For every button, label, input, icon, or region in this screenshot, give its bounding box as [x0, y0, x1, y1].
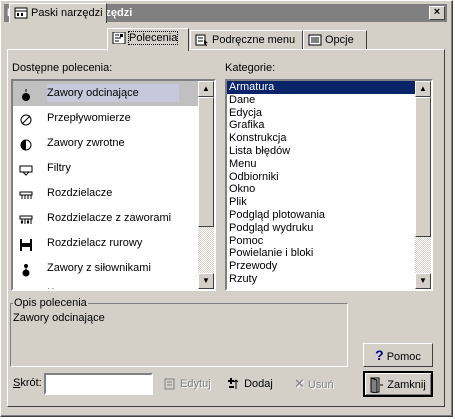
help-button[interactable]: ? Pomoc: [363, 343, 433, 367]
shutoff-valve-icon: [19, 87, 33, 101]
close-icon[interactable]: ×: [429, 6, 445, 20]
category-item[interactable]: Rzuty: [227, 273, 415, 286]
tab-label: Opcje: [325, 34, 354, 46]
category-item[interactable]: Lista błędów: [227, 145, 415, 158]
command-label: Filtry: [47, 162, 71, 174]
category-item[interactable]: Armatura: [227, 81, 415, 94]
scroll-thumb[interactable]: [198, 97, 214, 227]
commands-icon: [112, 32, 126, 45]
scroll-thumb[interactable]: [415, 97, 431, 237]
commands-list[interactable]: Zawory odcinające Przepływomierze Zawory z…: [11, 79, 216, 291]
categories-scrollbar[interactable]: ▲ ▼: [415, 81, 431, 289]
filter-icon: [19, 162, 33, 176]
tab-toolbars[interactable]: Paski narzędzi: [9, 3, 107, 23]
add-icon: [228, 378, 239, 390]
category-item[interactable]: Dane: [227, 94, 415, 107]
command-label: Zawory zwrotne: [47, 137, 125, 149]
tab-label: Polecenia: [127, 31, 179, 45]
scroll-up-icon[interactable]: ▲: [198, 81, 214, 97]
remove-icon: ✕: [294, 376, 305, 391]
shortcut-label: Skrót:: [13, 377, 42, 389]
scroll-up-icon[interactable]: ▲: [415, 81, 431, 97]
command-item[interactable]: Zawory zwrotne: [13, 131, 198, 156]
manifold-valves-icon: [19, 212, 33, 226]
context-menu-icon: [195, 34, 208, 47]
check-valve-icon: [19, 137, 33, 151]
help-icon: ?: [375, 347, 384, 363]
categories-list[interactable]: Armatura Dane Edycja Grafika Konstrukcja List…: [225, 79, 433, 291]
category-item[interactable]: Okno: [227, 183, 415, 196]
actuator-valve-icon: [19, 262, 33, 277]
command-label: Przepływomierze: [47, 112, 131, 124]
categories-label: Kategorie:: [225, 62, 276, 74]
tab-context-menu[interactable]: Podręczne menu: [190, 30, 303, 50]
category-item[interactable]: Pomoc: [227, 235, 415, 248]
command-label: Zawory odcinające: [47, 84, 179, 102]
category-item[interactable]: Podgląd plotowania: [227, 209, 415, 222]
command-item[interactable]: Zawory z siłownikami: [13, 256, 198, 281]
edit-button[interactable]: Edytuj: [163, 373, 211, 395]
tab-options[interactable]: Opcje: [303, 30, 367, 50]
tab-commands[interactable]: Polecenia: [107, 28, 189, 51]
close-button[interactable]: Zamknij: [363, 371, 433, 397]
shortcut-input[interactable]: [44, 373, 153, 395]
flowmeter-icon: [19, 112, 33, 126]
command-item[interactable]: K Kryza: [13, 281, 198, 289]
command-label: Rozdzielacze z zaworami: [47, 212, 172, 224]
add-button[interactable]: Dodaj: [227, 373, 273, 395]
command-label: Rozdzielacz rurowy: [47, 237, 143, 249]
manifold-icon: [19, 187, 33, 201]
category-item[interactable]: Grafika: [227, 119, 415, 132]
command-item[interactable]: Filtry: [13, 156, 198, 181]
commands-label: Dostępne polecenia:: [12, 62, 113, 74]
scroll-down-icon[interactable]: ▼: [415, 273, 431, 289]
scroll-down-icon[interactable]: ▼: [198, 273, 214, 289]
edit-icon: [164, 378, 175, 390]
category-item[interactable]: Powielanie i bloki: [227, 247, 415, 260]
category-item[interactable]: Edycja: [227, 107, 415, 120]
category-item[interactable]: Przewody: [227, 260, 415, 273]
category-item[interactable]: Plik: [227, 196, 415, 209]
door-icon: [370, 377, 384, 394]
command-item[interactable]: Przepływomierze: [13, 106, 198, 131]
orifice-icon: K: [19, 287, 33, 289]
command-label: Rozdzielacze: [47, 187, 113, 199]
command-label: Zawory z siłownikami: [47, 262, 151, 274]
command-label: Kryza: [47, 287, 75, 289]
tab-label: Paski narzędzi: [31, 7, 103, 19]
command-item[interactable]: Rozdzielacze z zaworami: [13, 206, 198, 231]
customize-toolbars-dialog: Dostosuj paski narzędzi × Paski narzędzi…: [0, 0, 453, 417]
options-icon: [308, 34, 322, 46]
category-item[interactable]: Menu: [227, 158, 415, 171]
description-text: Zawory odcinające: [13, 312, 105, 324]
category-item[interactable]: Podgląd wydruku: [227, 222, 415, 235]
command-item[interactable]: Rozdzielacz rurowy: [13, 231, 198, 256]
category-item[interactable]: Odbiorniki: [227, 171, 415, 184]
toolbars-icon: [14, 7, 28, 19]
command-item[interactable]: Zawory odcinające: [13, 81, 198, 106]
command-item[interactable]: Rozdzielacze: [13, 181, 198, 206]
pipe-manifold-icon: [19, 237, 33, 251]
remove-button[interactable]: ✕ Usuń: [294, 373, 334, 395]
category-item[interactable]: Konstrukcja: [227, 132, 415, 145]
tab-label: Podręczne menu: [212, 34, 296, 46]
description-label: Opis polecenia: [13, 297, 88, 309]
commands-scrollbar[interactable]: ▲ ▼: [198, 81, 214, 289]
